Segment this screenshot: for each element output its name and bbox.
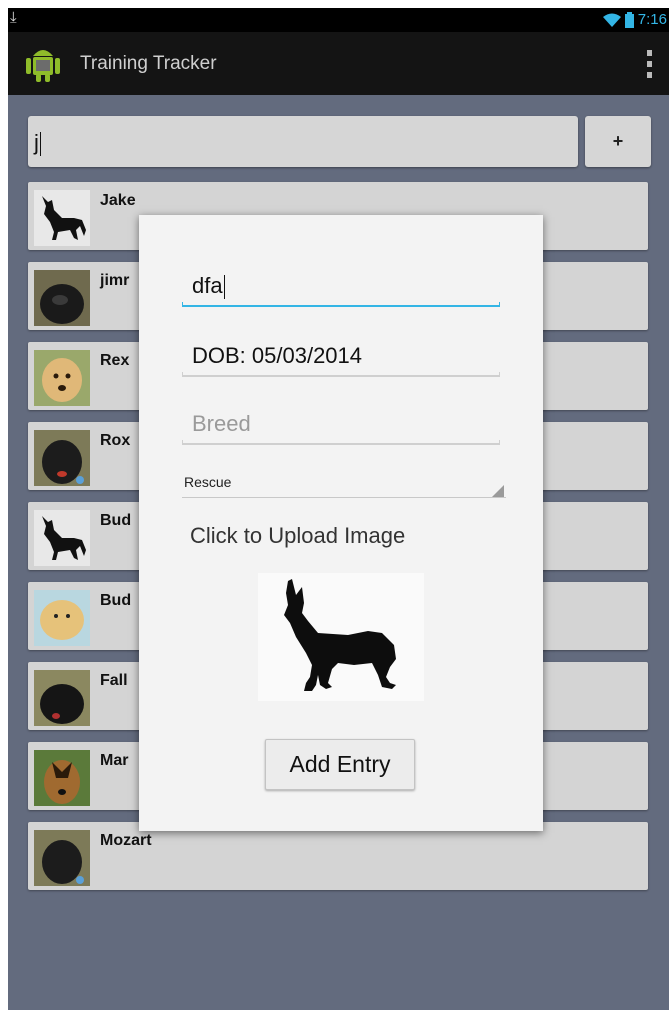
battery-icon — [624, 11, 634, 28]
dog-name: Mozart — [100, 832, 152, 849]
dog-name: Rex — [100, 352, 130, 369]
dog-silhouette-icon — [284, 579, 396, 691]
dog-name: Jake — [100, 192, 136, 209]
dog-name: jimr — [100, 272, 130, 289]
add-entry-button[interactable]: Add Entry — [265, 739, 415, 790]
dog-thumbnail — [34, 190, 90, 246]
status-bar: ⤓ 7:16 — [8, 8, 669, 32]
dog-thumbnail — [34, 670, 90, 726]
list-item[interactable]: Mozart — [28, 822, 648, 890]
breed-field-placeholder: Breed — [192, 411, 251, 436]
clock: 7:16 — [637, 11, 667, 28]
add-dog-dialog: dfa DOB: 05/03/2014 Breed Rescue Click t… — [139, 215, 543, 831]
android-icon[interactable] — [26, 44, 60, 82]
type-spinner[interactable]: Rescue — [182, 470, 506, 498]
action-bar: Training Tracker — [8, 32, 669, 95]
name-field-value: dfa — [192, 273, 223, 298]
dog-thumbnail — [34, 590, 90, 646]
dog-name: Bud — [100, 512, 132, 529]
dog-image-preview[interactable] — [258, 573, 424, 701]
upload-image-label[interactable]: Click to Upload Image — [190, 523, 405, 549]
name-field-underline — [182, 302, 500, 307]
search-input[interactable]: j — [28, 116, 578, 167]
breed-field-underline — [182, 440, 500, 445]
dog-name: Mar — [100, 752, 129, 769]
search-input-value: j — [34, 130, 39, 155]
device-screen: ⤓ 7:16 Training Tracker j + Jake jimr Re… — [8, 8, 669, 1010]
app-title: Training Tracker — [80, 53, 217, 74]
add-dog-button[interactable]: + — [585, 116, 651, 167]
download-icon: ⤓ — [10, 9, 17, 26]
dog-thumbnail — [34, 750, 90, 806]
dog-name: Fall — [100, 672, 128, 689]
dog-name: Rox — [100, 432, 131, 449]
text-cursor — [39, 132, 41, 157]
dob-field-value: DOB: 05/03/2014 — [192, 343, 363, 368]
dog-thumbnail — [34, 350, 90, 406]
dog-thumbnail — [34, 270, 90, 326]
dog-thumbnail — [34, 430, 90, 486]
type-spinner-value: Rescue — [184, 474, 232, 490]
wifi-icon — [602, 13, 621, 27]
dog-thumbnail — [34, 830, 90, 886]
dog-thumbnail — [34, 510, 90, 566]
dog-name: Bud — [100, 592, 132, 609]
dropdown-arrow-icon — [492, 485, 504, 497]
dob-field[interactable]: DOB: 05/03/2014 — [182, 341, 500, 377]
overflow-menu-icon[interactable] — [647, 50, 653, 78]
dob-field-underline — [182, 372, 500, 377]
name-field[interactable]: dfa — [182, 271, 500, 307]
type-spinner-underline — [182, 497, 506, 498]
breed-field[interactable]: Breed — [182, 409, 500, 445]
text-cursor — [223, 275, 225, 300]
